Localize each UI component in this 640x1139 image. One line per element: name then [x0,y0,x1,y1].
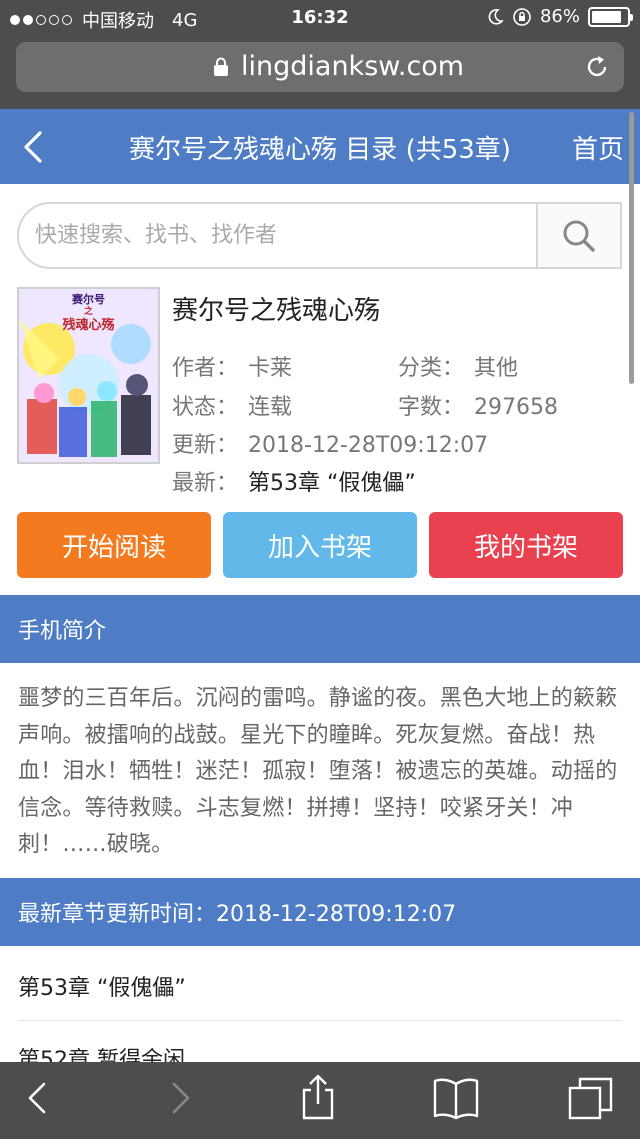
home-link[interactable]: 首页 [572,129,624,166]
url-text: lingdianksw.com [241,51,465,82]
search-bar [17,202,622,269]
chapter-link[interactable]: 第53章 “假傀儡” [18,970,186,1002]
book-status: 状态： 连载 [172,389,292,421]
page-header: 赛尔号之残魂心殇 目录 (共53章) 首页 [0,109,640,184]
divider [18,1020,622,1021]
latest-chapter-link[interactable]: 第53章 “假傀儡” [248,471,416,496]
cover-title-line-1: 赛尔号 [72,293,105,306]
book-category: 分类： 其他 [398,350,518,382]
cover-title-line-3: 残魂心殇 [62,318,115,333]
words-value: 297658 [474,395,558,420]
intro-text: 噩梦的三百年后。沉闷的雷鸣。静谧的夜。黑色大地上的簌簌声响。被擂响的战鼓。星光下… [18,686,618,857]
status-right: 86% [486,6,633,27]
browser-toolbar [0,1062,640,1139]
back-arrow-icon[interactable] [20,129,44,165]
bookmarks-icon[interactable] [432,1076,480,1120]
search-icon [563,220,595,252]
category-value: 其他 [474,356,519,381]
intro-heading: 手机简介 [0,595,640,663]
page-title: 赛尔号之残魂心殇 目录 (共53章) [129,135,511,165]
latest-label: 最新： [172,471,239,496]
battery-icon [588,6,633,27]
browser-address-area: lingdianksw.com [0,36,640,109]
status-bar: 中国移动 4G 16:32 86% [0,0,640,36]
latest-update-heading: 最新章节更新时间：2018-12-28T09:12:07 [0,878,640,946]
words-label: 字数： [398,395,465,420]
browser-back-icon[interactable] [24,1078,50,1118]
battery-percent: 86% [539,6,580,27]
book-author: 作者： 卡莱 [172,350,292,382]
orientation-lock-icon [513,7,531,26]
lock-icon [214,57,228,76]
status-label: 状态： [172,395,239,420]
book-cover[interactable]: 赛尔号 之 残魂心殇 [17,287,160,464]
search-input[interactable] [19,204,539,267]
book-title[interactable]: 赛尔号之残魂心殇 [172,290,380,327]
updated-value: 2018-12-28T09:12:07 [248,433,489,458]
author-value[interactable]: 卡莱 [248,356,292,381]
moon-icon [488,8,504,25]
status-value: 连载 [248,395,293,420]
book-word-count: 字数： 297658 [398,389,558,421]
author-label: 作者： [172,356,239,381]
share-icon[interactable] [298,1074,338,1122]
reload-icon[interactable] [584,54,610,80]
my-shelf-button[interactable]: 我的书架 [429,512,623,578]
updated-label: 更新： [172,433,239,458]
book-updated: 更新： 2018-12-28T09:12:07 [172,427,488,459]
category-label: 分类： [398,356,465,381]
tabs-icon[interactable] [568,1076,614,1122]
browser-forward-icon[interactable] [168,1078,194,1118]
scrollbar[interactable] [629,112,634,384]
address-bar[interactable]: lingdianksw.com [16,42,624,92]
start-reading-button[interactable]: 开始阅读 [17,512,211,578]
cover-title: 赛尔号 之 残魂心殇 [19,293,158,332]
book-latest-chapter: 最新： 第53章 “假傀儡” [172,465,416,497]
add-to-shelf-button[interactable]: 加入书架 [223,512,417,578]
page: 中国移动 4G 16:32 86% lingdianksw.com 赛尔号之残魂… [0,0,640,1139]
search-button[interactable] [536,204,620,267]
